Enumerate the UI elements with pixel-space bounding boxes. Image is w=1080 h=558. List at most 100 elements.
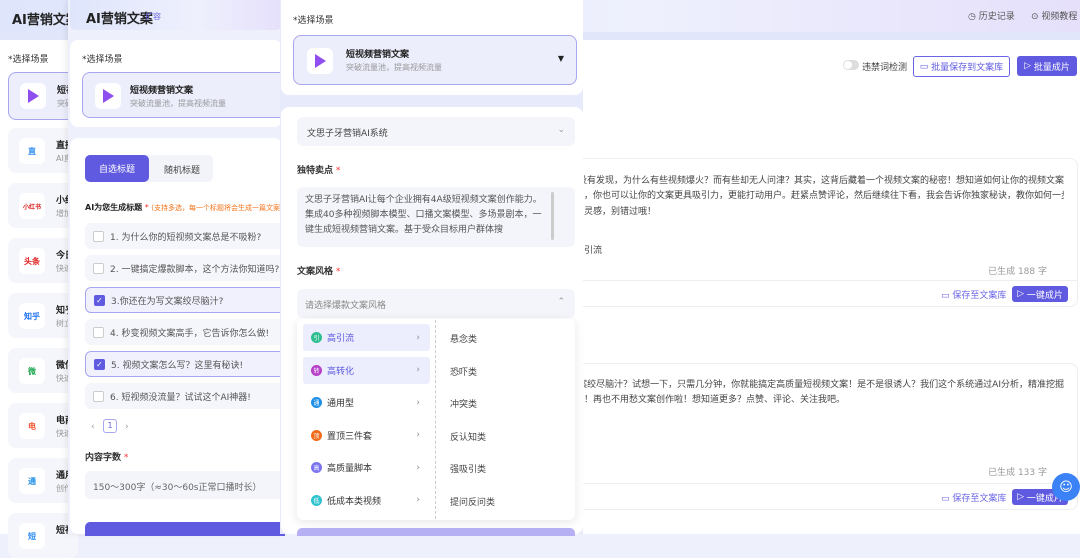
style-category[interactable]: 通通用型 ›: [303, 389, 430, 416]
tab-random-title[interactable]: 随机标题: [164, 163, 200, 176]
scene-icon: 电: [19, 413, 45, 439]
play-circle-icon: ⊙: [1031, 12, 1039, 22]
tutorial-link[interactable]: ⊙ 视频教程: [1031, 9, 1077, 22]
checkbox[interactable]: [93, 390, 104, 402]
checkbox[interactable]: [93, 262, 104, 274]
result-text: ，你也可以让你的文案更具吸引力，更能打动用户。赶紧点赞评论，然后继续往下看，我会…: [584, 191, 1064, 201]
save-to-library-button[interactable]: ▭ 保存至文案库: [941, 288, 1006, 301]
history-link[interactable]: ◷ 历史记录: [968, 9, 1015, 22]
title-text: 6. 短视频没流量？试试这个AI神器!: [110, 392, 251, 403]
checkbox[interactable]: ✓: [94, 294, 105, 306]
style-option[interactable]: 悬念类: [450, 332, 477, 345]
scene-icon: 直: [19, 138, 45, 164]
scene-selector[interactable]: 短视频营销文案 突破流量池，提高视频流量: [82, 72, 292, 118]
menu-divider: [435, 320, 436, 519]
category-name: 高转化: [327, 366, 355, 377]
style-option[interactable]: 强吸引类: [450, 462, 486, 475]
divider: [561, 280, 1077, 281]
title-option[interactable]: 1. 为什么你的短视频文案总是不吸粉?: [85, 223, 285, 249]
divider: [561, 483, 1077, 484]
result-card: 文案绞尽脑汁？试想一下，只需几分钟，你就能搞定高质量短视频文案！是不是很诱人？我…: [560, 363, 1078, 510]
style-option[interactable]: 提问反问类: [450, 495, 495, 508]
title-option[interactable]: 2. 一键搞定爆款脚本，这个方法你知道吗?: [85, 255, 285, 281]
front-generate-button[interactable]: [297, 528, 575, 536]
mid-title: AI营销文案: [86, 12, 153, 27]
style-category[interactable]: 低低成本类视频 ›: [303, 487, 430, 514]
scene-icon-text: 小红书: [22, 203, 41, 211]
usp-label: 独特卖点 *: [297, 166, 341, 176]
scene-icon-text: 头条: [24, 256, 40, 266]
scene-label: *选择场景: [82, 55, 123, 65]
result-tag: 引流: [584, 246, 603, 256]
category-icon: 顶: [311, 429, 322, 441]
title-option[interactable]: ✓ 5. 视频文案怎么写？这里有秘诀!: [85, 351, 285, 377]
usp-label-text: 独特卖点: [297, 166, 334, 176]
scene-icon: 通: [19, 468, 45, 494]
banned-word-toggle[interactable]: [843, 60, 859, 70]
checkbox[interactable]: ✓: [94, 358, 105, 370]
category-icon: 通: [311, 397, 322, 408]
batch-video-button[interactable]: ▷ 批量成片: [1017, 56, 1077, 76]
scene-icon-text: 微: [28, 366, 36, 376]
category-icon: 高: [311, 462, 322, 473]
batch-save-button[interactable]: ▭ 批量保存到文案库: [913, 56, 1010, 77]
brand-value: 文思子牙营销AI系统: [307, 129, 388, 139]
scene-name: 短视频营销文案: [346, 50, 410, 60]
title-option[interactable]: ✓ 3.你还在为写文案绞尽脑汁?: [85, 287, 285, 313]
clock-icon: ◷: [968, 12, 976, 22]
title-option[interactable]: 4. 秒变视频文案高手，它告诉你怎么做!: [85, 319, 285, 345]
category-icon: 引: [311, 332, 322, 343]
result-text: 灵感，别错过哦！: [584, 207, 657, 217]
chevron-down-icon: ⌄: [557, 125, 565, 135]
scene-desc: 突破流量池，提高视频流量: [346, 63, 442, 72]
style-option[interactable]: 反认知类: [450, 430, 486, 443]
video-play-icon: [307, 48, 333, 74]
scene-icon-text: 直: [28, 146, 36, 156]
brand-select[interactable]: 文思子牙营销AI系统 ⌄: [297, 117, 575, 146]
chevron-right-icon: ›: [416, 462, 420, 473]
scene-icon: 知乎: [19, 303, 45, 329]
style-option[interactable]: 恐吓类: [450, 365, 477, 378]
style-placeholder: 请选择爆款文案风格: [305, 301, 387, 311]
title-text: 3.你还在为写文案绞尽脑汁?: [111, 296, 224, 307]
prev-page-icon[interactable]: ‹: [91, 422, 95, 432]
category-name: 通用型: [327, 399, 355, 409]
style-option[interactable]: 冲突类: [450, 397, 477, 410]
toggle-label: 违禁词检测: [862, 63, 908, 73]
play-icon: ▷: [1024, 61, 1034, 71]
scene-name: 短视频营销文案: [130, 86, 194, 96]
scene-desc: 突破流量池，提高视频流量: [130, 99, 226, 108]
caret-down-icon: ▼: [557, 54, 564, 63]
style-category[interactable]: 引高引流 ›: [303, 324, 430, 351]
category-name: 低成本类视频: [327, 496, 382, 507]
title-text: 5. 视频文案怎么写？这里有秘诀!: [111, 360, 244, 371]
style-select[interactable]: 请选择爆款文案风格 ⌃: [297, 289, 575, 318]
style-category[interactable]: 高高质量脚本 ›: [303, 454, 430, 481]
save-to-library-button[interactable]: ▭ 保存至文案库: [941, 491, 1006, 504]
word-count-select[interactable]: 150～300字（≈30～60s正常口播时长）: [85, 471, 285, 499]
result-card: 有没有发现，为什么有些视频爆火？而有些却无人问津？其实，这背后藏着一个视频文案的…: [560, 158, 1078, 307]
one-click-video-button[interactable]: ▷ 一键成片: [1012, 286, 1068, 302]
save-icon: ▭: [919, 61, 932, 72]
textarea-scrollbar[interactable]: [551, 192, 554, 240]
checkbox[interactable]: [93, 326, 104, 338]
customer-service-icon[interactable]: ☺: [1052, 473, 1080, 501]
scene-icon: 头条: [19, 248, 45, 274]
back-scene-label: *选择场景: [8, 55, 49, 65]
style-category[interactable]: 顶置顶三件套 ›: [303, 422, 430, 449]
category-name: 高引流: [327, 334, 355, 344]
usp-textarea[interactable]: 文思子牙营销AI让每个企业拥有4A级短视频文案创作能力。集成40多种视频脚本模型…: [297, 187, 575, 247]
scene-icon-text: 知乎: [24, 311, 40, 321]
scene-dropdown[interactable]: 短视频营销文案 突破流量池，提高视频流量 ▼: [293, 35, 577, 85]
tab-custom-title[interactable]: 自选标题: [85, 155, 149, 182]
category-name: 置顶三件套: [327, 431, 373, 442]
expand-link[interactable]: 扩容: [145, 11, 161, 22]
checkbox[interactable]: [93, 230, 104, 242]
gen-label: AI为您生成标题: [85, 203, 143, 212]
usp-text: 文思子牙营销AI让每个企业拥有4A级短视频文案创作能力。集成40多种视频脚本模型…: [305, 195, 542, 235]
title-option[interactable]: 6. 短视频没流量？试试这个AI神器!: [85, 383, 285, 409]
video-play-icon: [95, 83, 121, 109]
next-page-icon[interactable]: ›: [125, 422, 129, 432]
style-category[interactable]: 转高转化 ›: [303, 356, 430, 384]
page-number[interactable]: 1: [103, 419, 117, 433]
